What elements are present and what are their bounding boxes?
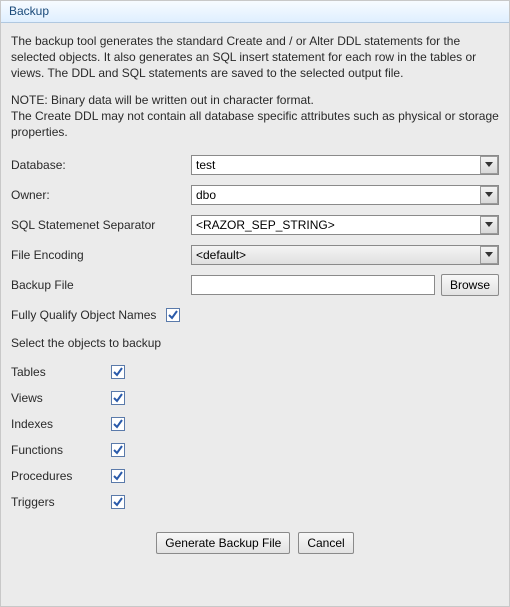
objects-list: Tables Views Indexes Functions Procedure…	[11, 364, 499, 510]
window-title: Backup	[9, 4, 49, 18]
check-icon	[113, 367, 123, 377]
check-icon	[113, 445, 123, 455]
content-area: The backup tool generates the standard C…	[1, 23, 509, 606]
object-row-views: Views	[11, 390, 499, 406]
separator-input[interactable]	[191, 215, 499, 235]
encoding-combo[interactable]	[191, 245, 499, 265]
database-input[interactable]	[191, 155, 499, 175]
object-label: Procedures	[11, 469, 111, 483]
owner-combo[interactable]	[191, 185, 499, 205]
owner-label: Owner:	[11, 188, 191, 202]
object-label: Tables	[11, 365, 111, 379]
row-fqn: Fully Qualify Object Names	[11, 304, 499, 326]
object-row-procedures: Procedures	[11, 468, 499, 484]
separator-combo[interactable]	[191, 215, 499, 235]
chevron-down-icon	[485, 222, 493, 228]
check-icon	[113, 471, 123, 481]
database-label: Database:	[11, 158, 191, 172]
triggers-checkbox[interactable]	[111, 495, 125, 509]
functions-checkbox[interactable]	[111, 443, 125, 457]
backup-dialog: Backup The backup tool generates the sta…	[0, 0, 510, 607]
footer-buttons: Generate Backup File Cancel	[11, 520, 499, 570]
note-text: NOTE: Binary data will be written out in…	[11, 92, 499, 141]
object-row-indexes: Indexes	[11, 416, 499, 432]
row-encoding: File Encoding	[11, 244, 499, 266]
chevron-down-icon	[485, 192, 493, 198]
owner-input[interactable]	[191, 185, 499, 205]
backupfile-label: Backup File	[11, 278, 191, 292]
separator-dropdown-button[interactable]	[480, 216, 498, 234]
object-label: Triggers	[11, 495, 111, 509]
fqn-checkbox[interactable]	[166, 308, 180, 322]
browse-button[interactable]: Browse	[441, 274, 499, 296]
backupfile-input[interactable]	[191, 275, 435, 295]
indexes-checkbox[interactable]	[111, 417, 125, 431]
titlebar: Backup	[1, 1, 509, 23]
check-icon	[113, 419, 123, 429]
encoding-input[interactable]	[191, 245, 499, 265]
row-owner: Owner:	[11, 184, 499, 206]
objects-heading: Select the objects to backup	[11, 336, 499, 350]
views-checkbox[interactable]	[111, 391, 125, 405]
row-separator: SQL Statemenet Separator	[11, 214, 499, 236]
row-database: Database:	[11, 154, 499, 176]
database-combo[interactable]	[191, 155, 499, 175]
procedures-checkbox[interactable]	[111, 469, 125, 483]
check-icon	[113, 497, 123, 507]
object-label: Views	[11, 391, 111, 405]
object-label: Functions	[11, 443, 111, 457]
owner-dropdown-button[interactable]	[480, 186, 498, 204]
object-row-triggers: Triggers	[11, 494, 499, 510]
generate-button[interactable]: Generate Backup File	[156, 532, 290, 554]
fqn-label: Fully Qualify Object Names	[11, 308, 166, 322]
encoding-dropdown-button[interactable]	[480, 246, 498, 264]
chevron-down-icon	[485, 252, 493, 258]
object-row-functions: Functions	[11, 442, 499, 458]
separator-label: SQL Statemenet Separator	[11, 218, 191, 232]
database-dropdown-button[interactable]	[480, 156, 498, 174]
chevron-down-icon	[485, 162, 493, 168]
object-row-tables: Tables	[11, 364, 499, 380]
object-label: Indexes	[11, 417, 111, 431]
check-icon	[168, 310, 178, 320]
encoding-label: File Encoding	[11, 248, 191, 262]
description-text: The backup tool generates the standard C…	[11, 33, 499, 82]
cancel-button[interactable]: Cancel	[298, 532, 353, 554]
check-icon	[113, 393, 123, 403]
tables-checkbox[interactable]	[111, 365, 125, 379]
row-backup-file: Backup File Browse	[11, 274, 499, 296]
